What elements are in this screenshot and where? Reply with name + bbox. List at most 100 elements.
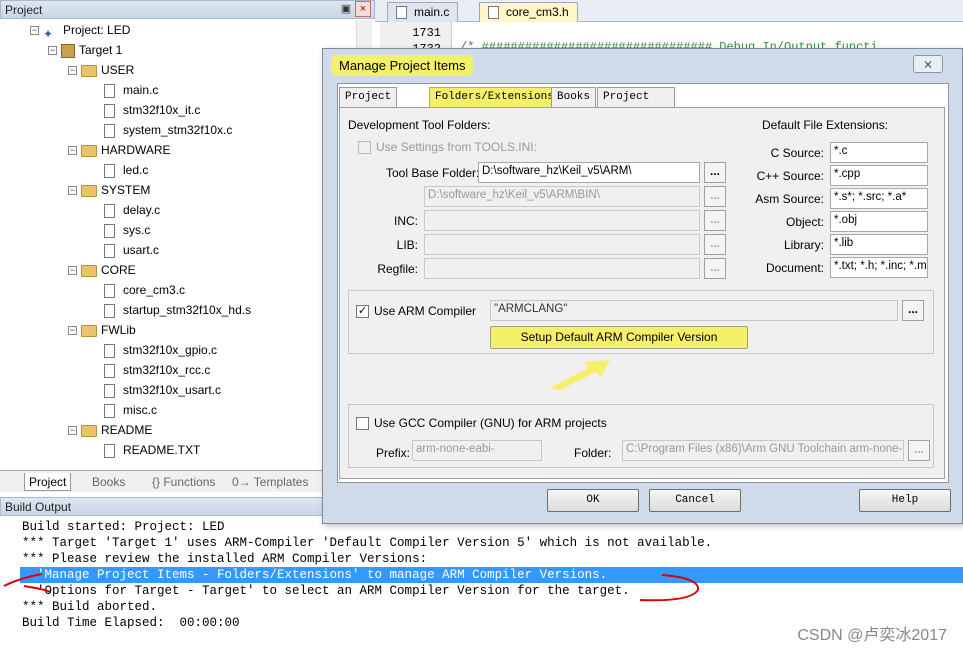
tool-base-folder-input[interactable]: D:\software_hz\Keil_v5\ARM\ — [478, 162, 700, 183]
tree-item[interactable]: stm32f10x_usart.c — [104, 380, 221, 400]
tree-item[interactable]: − CORE — [68, 260, 136, 280]
expander-icon[interactable]: − — [68, 266, 77, 276]
tree-item[interactable]: − FWLib — [68, 320, 136, 340]
tree-item[interactable]: led.c — [104, 160, 148, 180]
tree-item-label: usart.c — [123, 243, 160, 257]
tree-item-label: delay.c — [123, 203, 161, 217]
cancel-button[interactable]: Cancel — [649, 489, 741, 512]
tree-item[interactable]: stm32f10x_gpio.c — [104, 340, 217, 360]
editor-tab-label: core_cm3.h — [506, 5, 569, 19]
tree-item-label: CORE — [101, 263, 136, 277]
tree-item-label: README.TXT — [123, 443, 201, 457]
tree-item-label: SYSTEM — [101, 183, 151, 197]
arm-compiler-select[interactable]: "ARMCLANG" — [490, 300, 898, 321]
inc-input[interactable] — [424, 210, 700, 231]
folders-extensions-panel: Development Tool Folders: Use Settings f… — [339, 107, 945, 479]
extension-input[interactable]: *.s*; *.src; *.a* — [830, 188, 928, 209]
tab-project[interactable]: Project — [24, 473, 72, 491]
extension-input[interactable]: *.lib — [830, 234, 928, 255]
tree-item[interactable]: sys.c — [104, 220, 150, 240]
prefix-label: Prefix: — [376, 446, 411, 460]
tree-item[interactable]: main.c — [104, 80, 158, 100]
tree-item[interactable]: stm32f10x_rcc.c — [104, 360, 210, 380]
tree-item-label: startup_stm32f10x_hd.s — [123, 303, 252, 317]
regfile-browse-button[interactable]: ... — [704, 258, 726, 279]
tree-item[interactable]: startup_stm32f10x_hd.s — [104, 300, 251, 320]
file-icon — [104, 343, 115, 358]
tree-item-label: sys.c — [123, 223, 151, 237]
ok-button[interactable]: OK — [547, 489, 639, 512]
use-arm-compiler-checkbox[interactable]: ✓ — [356, 305, 369, 318]
extension-label: Library: — [783, 238, 824, 252]
tab-project-items[interactable]: Project Items — [339, 87, 398, 121]
bin-browse-button[interactable]: ... — [704, 186, 726, 207]
setup-default-arm-compiler-button[interactable]: Setup Default ARM Compiler Version — [490, 326, 748, 349]
extension-input[interactable]: *.txt; *.h; *.inc; *.md — [830, 257, 928, 278]
tree-item-label: README — [101, 423, 153, 437]
use-tools-ini-checkbox[interactable] — [358, 141, 371, 154]
tree-item-label: main.c — [123, 83, 159, 97]
expander-icon[interactable]: − — [68, 186, 77, 196]
expander-icon[interactable]: − — [30, 26, 39, 36]
tab-books-dialog[interactable]: Books — [551, 87, 597, 107]
tree-item[interactable]: − SYSTEM — [68, 180, 150, 200]
editor-tab-main[interactable]: main.c — [387, 2, 459, 22]
extension-input[interactable]: *.obj — [830, 211, 928, 232]
build-output-line[interactable]: Build started: Project: LED — [22, 519, 225, 535]
arm-compiler-browse-button[interactable]: ... — [902, 300, 924, 321]
project-panel-tabs: Project Books {} Functions 0→ Templates — [0, 470, 322, 492]
tree-item-label: stm32f10x_usart.c — [123, 383, 222, 397]
build-output-line[interactable]: Build Time Elapsed: 00:00:00 — [22, 615, 240, 631]
tab-templates[interactable]: 0→ Templates — [228, 473, 312, 491]
tree-item-label: Project: LED — [63, 23, 131, 37]
tree-item[interactable]: stm32f10x_it.c — [104, 100, 200, 120]
watermark: CSDN @卢奕冰2017 — [797, 627, 947, 644]
build-output-line[interactable]: *** Target 'Target 1' uses ARM-Compiler … — [22, 535, 712, 551]
close-icon[interactable]: × — [355, 1, 371, 17]
lib-input[interactable] — [424, 234, 700, 255]
prefix-input[interactable]: arm-none-eabi- — [412, 440, 542, 461]
tab-functions[interactable]: {} Functions — [148, 473, 219, 491]
help-button[interactable]: Help — [859, 489, 951, 512]
folder-label: Folder: — [574, 446, 612, 460]
tree-item[interactable]: system_stm32f10x.c — [104, 120, 232, 140]
tree-item[interactable]: − README — [68, 420, 152, 440]
annotation-stroke-right — [639, 574, 700, 602]
tree-item[interactable]: usart.c — [104, 240, 159, 260]
tree-item[interactable]: README.TXT — [104, 440, 200, 460]
bin-input[interactable]: D:\software_hz\Keil_v5\ARM\BIN\ — [424, 186, 700, 207]
tab-templates-label: 0→ Templates — [232, 475, 309, 489]
annotation-stroke-left — [3, 573, 43, 587]
editor-tab-core-cm3[interactable]: core_cm3.h — [479, 2, 578, 22]
extension-input[interactable]: *.cpp — [830, 165, 928, 186]
tab-folders-extensions[interactable]: Folders/Extensions — [429, 87, 560, 107]
tree-item[interactable]: − ✦ Project: LED — [30, 20, 131, 41]
use-gcc-checkbox[interactable] — [356, 417, 369, 430]
tree-item[interactable]: − HARDWARE — [68, 140, 171, 160]
folder-icon — [81, 64, 97, 77]
expander-icon[interactable]: − — [68, 66, 77, 76]
tree-item[interactable]: − Target 1 — [48, 40, 122, 60]
extension-input[interactable]: *.c — [830, 142, 928, 163]
tab-books[interactable]: Books — [88, 473, 129, 491]
expander-icon[interactable]: − — [68, 426, 77, 436]
inc-browse-button[interactable]: ... — [704, 210, 726, 231]
dialog-close-button[interactable]: ⨯ — [913, 55, 943, 73]
tree-item[interactable]: core_cm3.c — [104, 280, 185, 300]
tree-item[interactable]: delay.c — [104, 200, 160, 220]
file-icon — [104, 223, 115, 238]
tool-base-browse-button[interactable]: ... — [704, 162, 726, 183]
expander-icon[interactable]: − — [68, 326, 77, 336]
gcc-folder-input[interactable]: C:\Program Files (x86)\Arm GNU Toolchain… — [622, 440, 904, 461]
tree-item[interactable]: misc.c — [104, 400, 157, 420]
expander-icon[interactable]: − — [68, 146, 77, 156]
lib-browse-button[interactable]: ... — [704, 234, 726, 255]
editor-tab-label: main.c — [414, 5, 450, 19]
regfile-input[interactable] — [424, 258, 700, 279]
gcc-folder-browse-button[interactable]: ... — [908, 440, 930, 461]
tree-item[interactable]: − USER — [68, 60, 134, 80]
tab-project-info-layer[interactable]: Project Info/Layer — [597, 87, 676, 121]
expander-icon[interactable]: − — [48, 46, 57, 56]
pin-icon[interactable]: ▣ — [339, 2, 353, 16]
use-gcc-label: Use GCC Compiler (GNU) for ARM projects — [374, 416, 607, 430]
